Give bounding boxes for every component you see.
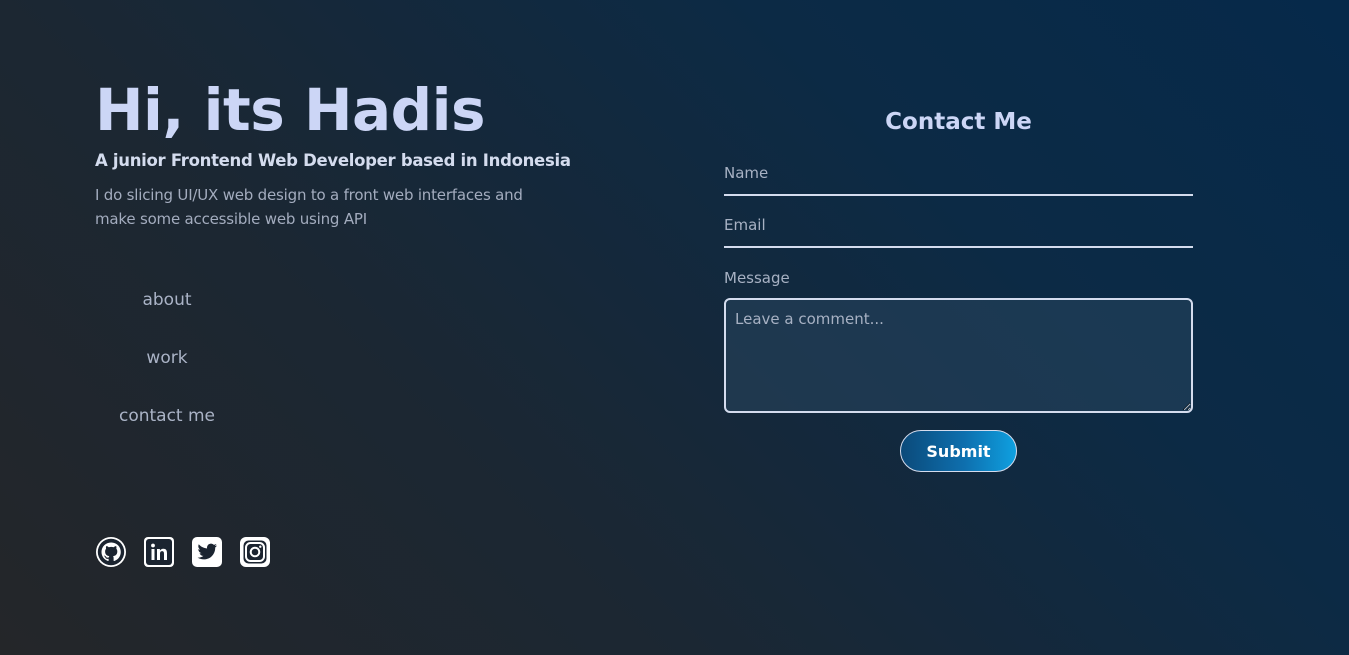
- social-links: [95, 536, 271, 568]
- submit-wrapper: Submit: [724, 430, 1193, 472]
- twitter-icon[interactable]: [191, 536, 223, 568]
- contact-title: Contact Me: [885, 109, 1032, 135]
- hero-title: Hi, its Hadis: [95, 76, 486, 144]
- github-icon[interactable]: [95, 536, 127, 568]
- nav-item-work[interactable]: work: [95, 343, 239, 373]
- contact-form: Contact Me Message Submit: [724, 106, 1193, 472]
- message-textarea[interactable]: [724, 298, 1193, 413]
- submit-button[interactable]: Submit: [900, 430, 1017, 472]
- name-field-wrapper: [724, 160, 1193, 196]
- email-field-wrapper: [724, 212, 1193, 248]
- hero-description: I do slicing UI/UX web design to a front…: [95, 186, 523, 228]
- main-nav: about work contact me: [95, 285, 239, 459]
- nav-item-about[interactable]: about: [95, 285, 239, 315]
- name-input[interactable]: [724, 160, 1193, 194]
- instagram-icon[interactable]: [239, 536, 271, 568]
- hero-subtitle: A junior Frontend Web Developer based in…: [95, 151, 571, 170]
- message-label: Message: [724, 269, 790, 287]
- nav-item-contact-me[interactable]: contact me: [95, 401, 239, 431]
- hero-section: Hi, its Hadis A junior Frontend Web Deve…: [95, 78, 575, 231]
- linkedin-icon[interactable]: [143, 536, 175, 568]
- email-input[interactable]: [724, 212, 1193, 246]
